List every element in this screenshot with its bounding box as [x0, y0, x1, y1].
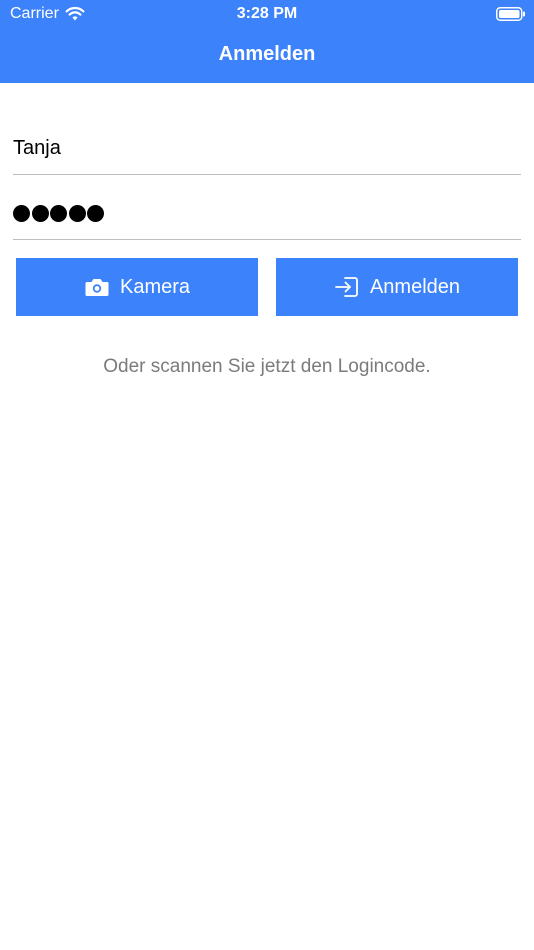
password-mask-dot: [50, 204, 67, 222]
camera-button-label: Kamera: [119, 275, 191, 298]
page-title: Anmelden: [218, 43, 316, 65]
scan-hint: Oder scannen Sie jetzt den Logincode.: [103, 356, 431, 377]
password-mask-dot: [13, 204, 30, 222]
password-mask-dot: [31, 204, 49, 222]
battery-icon: [496, 7, 526, 21]
camera-button[interactable]: Kamera: [16, 258, 258, 316]
password-mask-dot: [68, 204, 86, 222]
login-icon: [334, 275, 360, 299]
camera-icon: [84, 275, 110, 299]
password-field[interactable]: [13, 195, 521, 240]
status-time: 3:28 PM: [236, 5, 298, 22]
username-field[interactable]: [13, 130, 521, 175]
login-button[interactable]: Anmelden: [276, 258, 518, 316]
status-bar: Carrier 3:28 PM: [0, 0, 534, 28]
app-header: Carrier 3:28 PM Anmelden: [0, 0, 534, 83]
password-mask-dot: [87, 204, 104, 222]
username-input[interactable]: [13, 130, 521, 166]
login-button-label: Anmelden: [369, 275, 461, 298]
password-input[interactable]: [13, 195, 521, 231]
